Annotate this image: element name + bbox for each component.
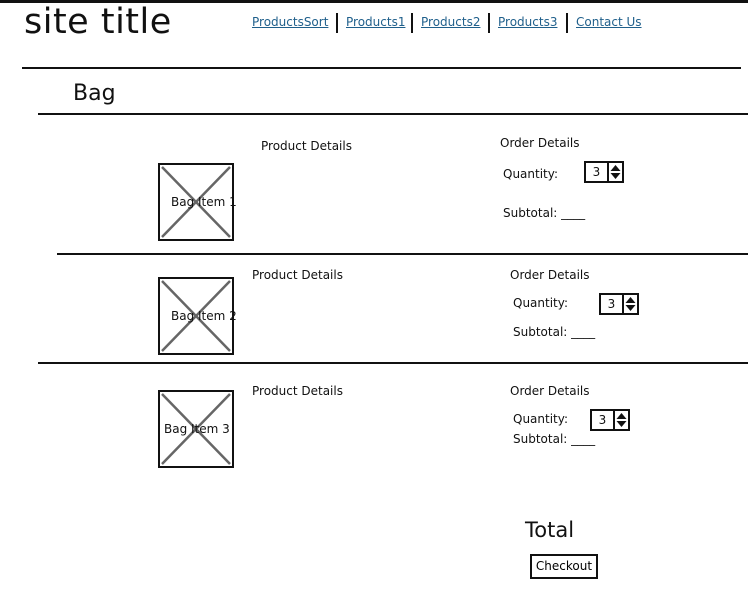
quantity-stepper[interactable]: 3	[599, 293, 639, 315]
quantity-value[interactable]: 3	[601, 295, 624, 313]
quantity-value[interactable]: 3	[586, 163, 609, 181]
nav-link-products1[interactable]: Products1	[346, 15, 405, 29]
product-details-heading: Product Details	[252, 268, 343, 282]
quantity-stepper[interactable]: 3	[584, 161, 624, 183]
nav-separator	[488, 13, 490, 33]
order-details-heading: Order Details	[510, 268, 590, 282]
site-title: site title	[24, 2, 172, 42]
order-details-heading: Order Details	[500, 136, 580, 150]
quantity-value[interactable]: 3	[592, 411, 615, 429]
nav-link-productssort[interactable]: ProductsSort	[252, 15, 328, 29]
nav-separator	[411, 13, 413, 33]
subtotal-label: Subtotal: ____	[513, 325, 596, 339]
heading-divider	[38, 113, 748, 115]
quantity-stepper[interactable]: 3	[590, 409, 630, 431]
product-image-placeholder: Bag Item 1	[158, 163, 237, 241]
subtotal-label: Subtotal: ____	[513, 432, 596, 446]
product-details-heading: Product Details	[252, 384, 343, 398]
image-label: Bag Item 2	[171, 309, 237, 323]
quantity-label: Quantity:	[513, 296, 569, 310]
item-divider	[57, 253, 748, 255]
product-image-placeholder: Bag Item 3	[158, 390, 234, 468]
nav-link-products3[interactable]: Products3	[498, 15, 557, 29]
up-down-arrows-icon[interactable]	[624, 295, 637, 313]
nav-separator	[566, 13, 568, 33]
up-down-arrows-icon[interactable]	[609, 163, 622, 181]
quantity-label: Quantity:	[503, 167, 559, 181]
total-label: Total	[525, 518, 575, 542]
quantity-label: Quantity:	[513, 412, 569, 426]
product-details-heading: Product Details	[261, 139, 352, 153]
item-divider	[38, 362, 748, 364]
order-details-heading: Order Details	[510, 384, 590, 398]
nav-link-products2[interactable]: Products2	[421, 15, 480, 29]
header-divider	[22, 67, 741, 69]
subtotal-label: Subtotal: ____	[503, 206, 586, 220]
up-down-arrows-icon[interactable]	[615, 411, 628, 429]
page-title: Bag	[73, 81, 116, 106]
image-label: Bag Item 1	[171, 195, 237, 209]
nav-separator	[336, 13, 338, 33]
image-label: Bag Item 3	[164, 422, 230, 436]
nav-link-contact-us[interactable]: Contact Us	[576, 15, 642, 29]
product-image-placeholder: Bag Item 2	[158, 277, 237, 355]
checkout-button[interactable]: Checkout	[530, 554, 598, 579]
